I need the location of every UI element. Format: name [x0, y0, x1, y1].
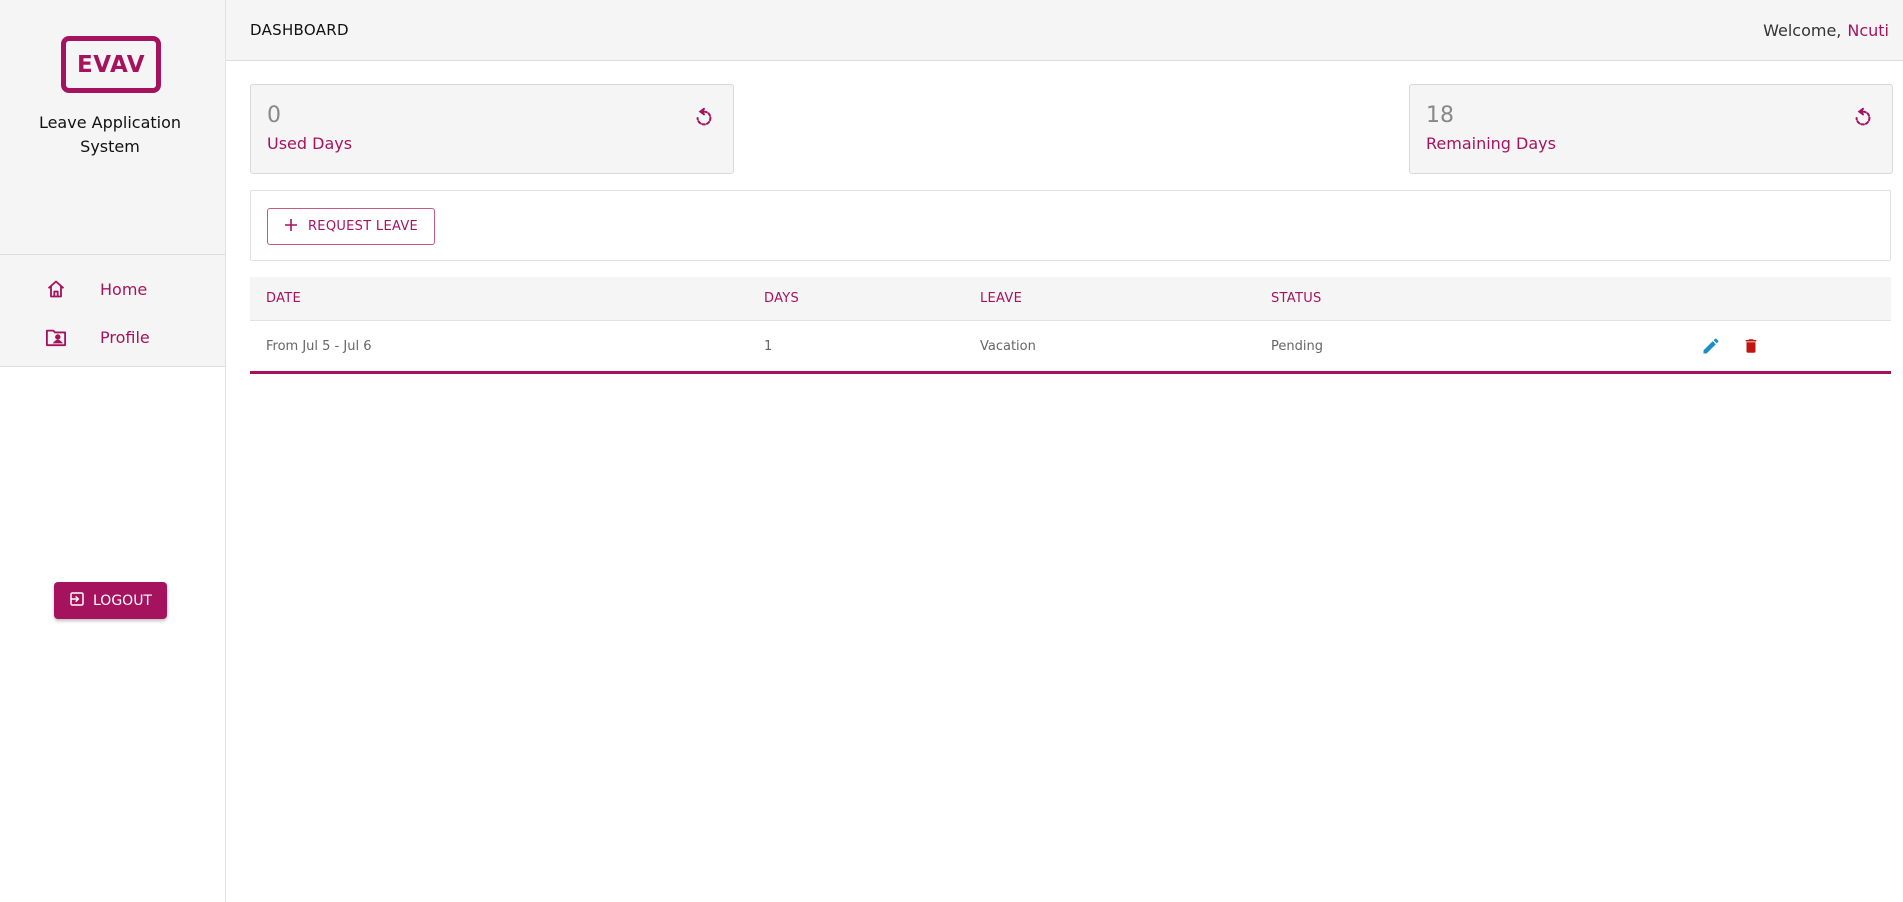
- app-title: Leave Application System: [38, 113, 182, 156]
- column-header-leave[interactable]: LEAVE: [980, 291, 1022, 306]
- plus-icon: [284, 218, 298, 236]
- sidebar-item-label: Profile: [100, 327, 150, 347]
- cell-days: 1: [764, 338, 773, 354]
- cell-leave: Vacation: [980, 338, 1036, 354]
- cell-date: From Jul 5 - Jul 6: [266, 338, 372, 354]
- delete-trash-icon[interactable]: [1740, 335, 1762, 357]
- main-content: DASHBOARD Welcome, Ncuti 0 Used Days 18 R…: [226, 0, 1903, 902]
- sidebar-item-profile[interactable]: Profile: [0, 313, 225, 361]
- profile-folder-icon: [44, 325, 68, 349]
- column-header-days[interactable]: DAYS: [764, 291, 799, 306]
- sidebar-item-home[interactable]: Home: [0, 265, 225, 313]
- top-bar: DASHBOARD Welcome, Ncuti: [226, 0, 1903, 61]
- logout-button[interactable]: LOGOUT: [54, 582, 167, 619]
- leave-table: DATE DAYS LEAVE STATUS From Jul 5 - Jul …: [250, 277, 1891, 374]
- actions-toolbar: REQUEST LEAVE: [250, 190, 1891, 261]
- used-days-value: 0: [267, 103, 281, 128]
- sidebar-item-label: Home: [100, 279, 148, 299]
- home-icon: [44, 277, 68, 301]
- column-header-date[interactable]: DATE: [266, 291, 301, 306]
- used-days-label: Used Days: [267, 134, 353, 153]
- app-logo: EVAV: [61, 36, 161, 93]
- welcome-text: Welcome,: [1763, 20, 1842, 40]
- table-header: DATE DAYS LEAVE STATUS: [250, 277, 1891, 321]
- sidebar: EVAV Leave Application System Home Profi…: [0, 0, 226, 902]
- remaining-days-card: 18 Remaining Days: [1409, 84, 1893, 174]
- sidebar-nav: Home Profile: [0, 255, 225, 367]
- table-row: From Jul 5 - Jul 6 1 Vacation Pending: [250, 321, 1891, 374]
- cell-status: Pending: [1271, 338, 1323, 354]
- logout-icon: [69, 591, 85, 611]
- remaining-days-value: 18: [1426, 103, 1454, 128]
- sidebar-branding: EVAV Leave Application System: [0, 0, 225, 255]
- column-header-status[interactable]: STATUS: [1271, 291, 1322, 306]
- row-actions: [1700, 335, 1762, 357]
- page-title: DASHBOARD: [250, 21, 349, 39]
- logout-label: LOGOUT: [93, 592, 152, 609]
- username: Ncuti: [1847, 20, 1889, 40]
- welcome-message: Welcome, Ncuti: [1763, 21, 1889, 40]
- refresh-icon[interactable]: [1852, 107, 1874, 129]
- refresh-icon[interactable]: [693, 107, 715, 129]
- remaining-days-label: Remaining Days: [1426, 134, 1556, 153]
- request-leave-button[interactable]: REQUEST LEAVE: [267, 208, 435, 245]
- request-leave-label: REQUEST LEAVE: [307, 219, 419, 234]
- used-days-card: 0 Used Days: [250, 84, 734, 174]
- edit-pencil-icon[interactable]: [1700, 335, 1722, 357]
